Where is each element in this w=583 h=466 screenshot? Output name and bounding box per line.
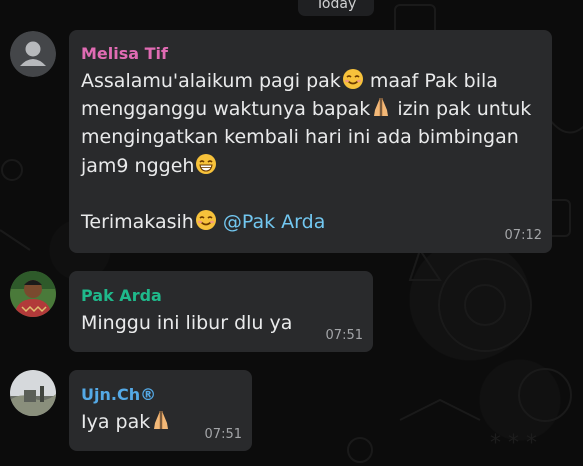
message-text-line: Iya pak xyxy=(81,408,171,439)
avatar[interactable] xyxy=(10,370,56,416)
message-text-line: Terimakasih @Pak Arda xyxy=(81,208,325,239)
default-user-avatar-icon xyxy=(10,31,56,77)
message-timestamp: 07:12 xyxy=(504,228,542,243)
message-text: maaf Pak bila xyxy=(369,70,498,92)
message-text-line: Assalamu'alaikum pagi pak maaf Pak bila xyxy=(81,67,498,98)
smiling-face-emoji xyxy=(342,68,364,98)
message-text: Assalamu'alaikum pagi pak xyxy=(81,70,341,92)
profile-photo xyxy=(10,271,56,317)
message-timestamp: 07:51 xyxy=(325,328,363,343)
sender-name[interactable]: Pak Arda xyxy=(81,286,162,305)
smiling-face-emoji xyxy=(195,209,217,239)
message-text: Minggu ini libur dlu ya xyxy=(81,312,293,334)
date-divider: Today xyxy=(298,0,374,16)
message-text: jam9 nggeh xyxy=(81,155,195,177)
message-text: mengganggu waktunya bapak xyxy=(81,98,371,120)
message-bubble[interactable]: Ujn.Ch® Iya pak 07:51 xyxy=(69,370,252,451)
folded-hands-emoji xyxy=(371,96,391,126)
avatar[interactable] xyxy=(10,271,56,317)
sender-name[interactable]: Ujn.Ch® xyxy=(81,385,156,404)
message-text: izin pak untuk xyxy=(397,98,532,120)
svg-text:* * *: * * * xyxy=(490,431,537,456)
message-text: Terimakasih xyxy=(81,211,194,233)
message-bubble[interactable]: Pak Arda Minggu ini libur dlu ya 07:51 xyxy=(69,271,373,352)
message-timestamp: 07:51 xyxy=(204,427,242,442)
mention-link[interactable]: @Pak Arda xyxy=(223,211,325,233)
message-text-line: mengganggu waktunya bapak izin pak untuk xyxy=(81,95,531,126)
sender-name[interactable]: Melisa Tif xyxy=(81,44,168,63)
grinning-face-emoji xyxy=(195,153,217,183)
message-bubble[interactable]: Melisa Tif Assalamu'alaikum pagi pak maa… xyxy=(69,30,552,253)
message-text-line: mengingatkan kembali hari ini ada bimbin… xyxy=(81,126,519,148)
avatar[interactable] xyxy=(10,31,56,77)
profile-photo xyxy=(10,370,56,416)
folded-hands-emoji xyxy=(151,409,171,439)
message-text: Iya pak xyxy=(81,411,151,433)
message-text-line: jam9 nggeh xyxy=(81,152,217,183)
